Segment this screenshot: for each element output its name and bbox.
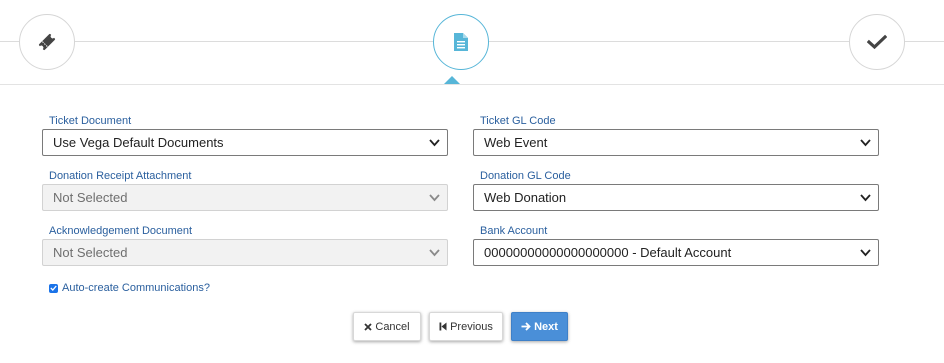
checkmark-icon — [867, 34, 887, 50]
chevron-down-icon — [860, 194, 871, 202]
previous-button-label: Previous — [450, 320, 493, 333]
acknowledgement-document-label: Acknowledgement Document — [49, 225, 193, 237]
chevron-down-icon — [860, 249, 871, 257]
document-icon — [454, 33, 468, 51]
bank-account-value: 00000000000000000000 - Default Account — [484, 245, 732, 260]
active-step-pointer — [444, 76, 460, 84]
previous-button[interactable]: Previous — [429, 312, 503, 341]
chevron-down-icon — [429, 194, 440, 202]
step-tickets[interactable] — [19, 14, 75, 70]
ticket-icon — [38, 33, 56, 51]
step-backward-icon — [439, 322, 447, 331]
donation-gl-code-value: Web Donation — [484, 190, 567, 205]
check-icon — [50, 285, 57, 291]
stepper-divider — [0, 84, 944, 85]
chevron-down-icon — [429, 249, 440, 257]
donation-receipt-attachment-select[interactable]: Not Selected — [42, 184, 448, 211]
acknowledgement-document-select[interactable]: Not Selected — [42, 239, 448, 266]
cancel-button-label: Cancel — [375, 320, 410, 333]
auto-create-communications-checkbox[interactable] — [49, 283, 58, 293]
next-button[interactable]: Next — [511, 312, 568, 341]
step-confirm[interactable] — [849, 14, 905, 70]
step-documents[interactable] — [433, 14, 489, 70]
ticket-gl-code-select[interactable]: Web Event — [473, 129, 879, 156]
acknowledgement-document-value: Not Selected — [53, 245, 128, 260]
next-button-label: Next — [534, 320, 558, 333]
chevron-down-icon — [429, 139, 440, 147]
cancel-button[interactable]: Cancel — [353, 312, 421, 341]
auto-create-communications-label[interactable]: Auto-create Communications? — [62, 282, 210, 294]
arrow-right-icon — [521, 322, 531, 331]
donation-gl-code-label: Donation GL Code — [480, 170, 571, 182]
bank-account-label: Bank Account — [480, 225, 548, 237]
ticket-document-value: Use Vega Default Documents — [53, 135, 224, 150]
donation-receipt-attachment-value: Not Selected — [53, 190, 128, 205]
ticket-gl-code-label: Ticket GL Code — [480, 115, 556, 127]
wizard-stepper — [0, 0, 944, 85]
ticket-document-select[interactable]: Use Vega Default Documents — [42, 129, 448, 156]
donation-receipt-attachment-label: Donation Receipt Attachment — [49, 170, 192, 182]
close-icon — [364, 322, 373, 331]
auto-create-communications-row: Auto-create Communications? — [49, 282, 210, 294]
ticket-document-label: Ticket Document — [49, 115, 132, 127]
bank-account-select[interactable]: 00000000000000000000 - Default Account — [473, 239, 879, 266]
donation-gl-code-select[interactable]: Web Donation — [473, 184, 879, 211]
ticket-gl-code-value: Web Event — [484, 135, 548, 150]
chevron-down-icon — [860, 139, 871, 147]
